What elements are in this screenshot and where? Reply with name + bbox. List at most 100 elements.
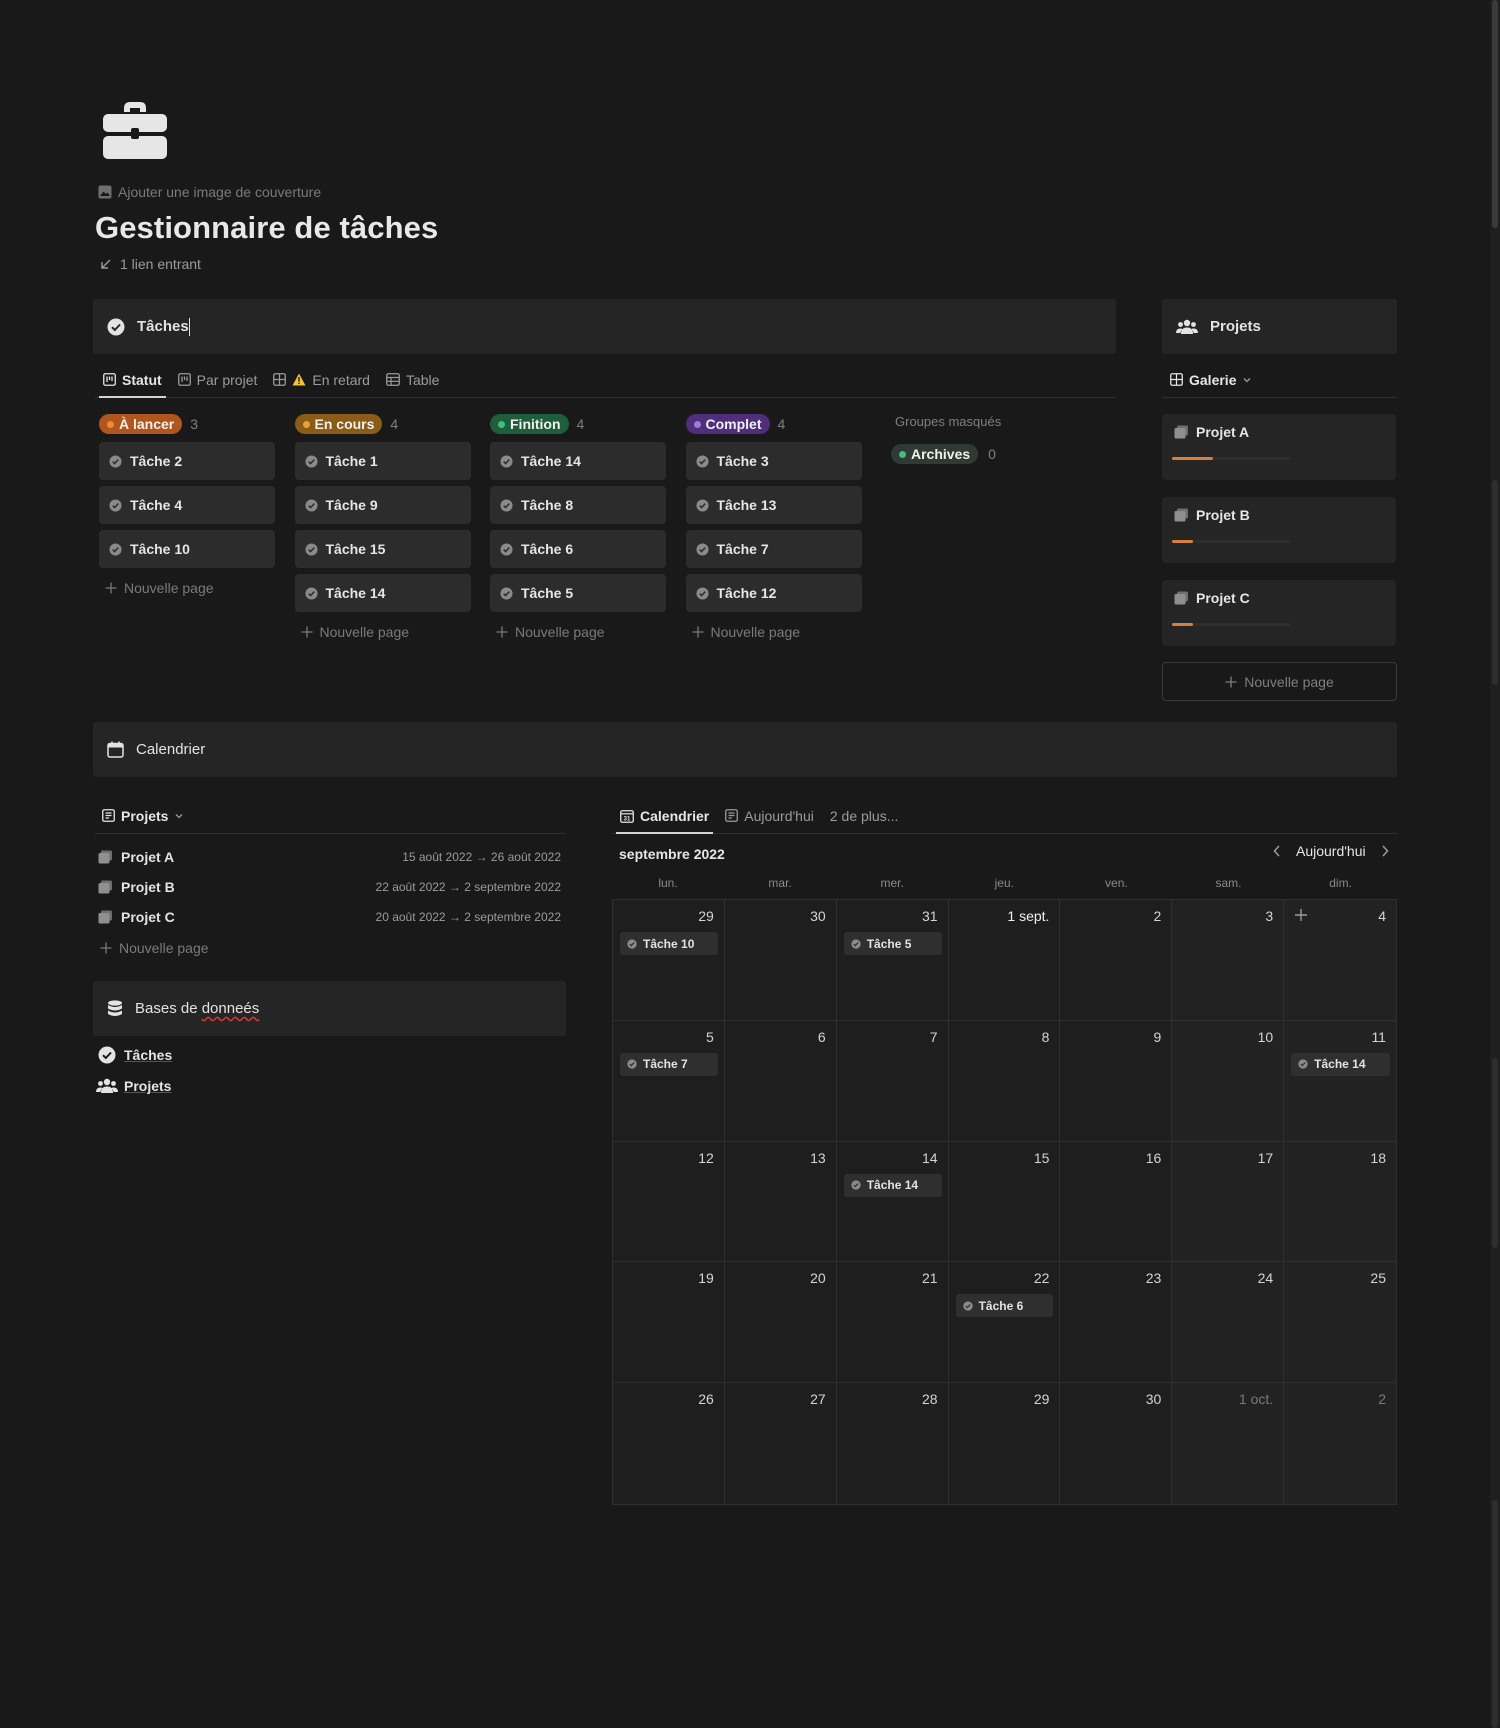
task-card[interactable]: Tâche 8 xyxy=(490,486,666,524)
hidden-group-archives[interactable]: Archives 0 xyxy=(891,444,996,464)
calendar-event[interactable]: Tâche 14 xyxy=(1291,1052,1390,1076)
column-header[interactable]: Complet 4 xyxy=(685,412,866,436)
calendar-event[interactable]: Tâche 7 xyxy=(620,1052,718,1076)
task-card[interactable]: Tâche 9 xyxy=(294,486,471,524)
calendar-day-cell[interactable]: 29 Tâche 10 xyxy=(613,900,725,1021)
calendar-day-cell[interactable]: 25 xyxy=(1284,1262,1396,1384)
calendar-day-cell[interactable]: 15 xyxy=(948,1141,1061,1263)
taches-db-title[interactable]: Tâches xyxy=(137,318,189,335)
task-card[interactable]: Tâche 13 xyxy=(685,486,862,524)
scrollbar-thumb[interactable] xyxy=(1492,0,1498,228)
calendar-day-cell[interactable]: 12 xyxy=(613,1141,725,1263)
chevron-left-icon[interactable] xyxy=(1272,844,1282,858)
task-card[interactable]: Tâche 12 xyxy=(685,574,862,612)
calendar-day-cell[interactable]: 20 xyxy=(724,1262,837,1384)
calendar-day-cell[interactable]: 11 Tâche 14 xyxy=(1284,1020,1396,1142)
task-card[interactable]: Tâche 7 xyxy=(685,530,862,568)
project-gallery-card[interactable]: Projet A xyxy=(1162,414,1396,480)
calendrier-section-title[interactable]: Calendrier xyxy=(136,741,205,758)
column-header[interactable]: En cours 4 xyxy=(294,412,475,436)
bases-title[interactable]: Bases de donneés xyxy=(135,1000,259,1017)
list-item[interactable]: Projet A 15 août 2022 → 26 août 2022 xyxy=(98,842,561,872)
calendar-day-cell[interactable]: 7 xyxy=(836,1020,949,1142)
calendar-day-cell[interactable]: 13 xyxy=(724,1141,837,1263)
kanban-new-page[interactable]: Nouvelle page xyxy=(99,572,279,604)
tab-table[interactable]: Table xyxy=(378,363,447,397)
task-card[interactable]: Tâche 3 xyxy=(685,442,862,480)
task-card[interactable]: Tâche 2 xyxy=(99,442,275,480)
briefcase-icon[interactable] xyxy=(100,98,170,162)
tab-calendrier[interactable]: 31 Calendrier xyxy=(612,799,717,834)
calendar-day-cell[interactable]: 27 xyxy=(724,1383,837,1504)
column-header[interactable]: Finition 4 xyxy=(490,412,670,436)
bases-section-header[interactable]: Bases de donneés xyxy=(93,981,566,1036)
calendar-day-cell[interactable]: 18 xyxy=(1284,1141,1396,1263)
calendar-day-cell[interactable]: 2 xyxy=(1060,900,1173,1021)
list-item[interactable]: Projet B 22 août 2022 → 2 septembre 2022 xyxy=(98,872,561,902)
calendar-day-cell[interactable]: 28 xyxy=(836,1383,949,1504)
calendar-day-cell[interactable]: 31 Tâche 5 xyxy=(836,900,949,1021)
tab-par-projet[interactable]: Par projet xyxy=(170,363,266,397)
task-card[interactable]: Tâche 14 xyxy=(490,442,666,480)
calendar-event[interactable]: Tâche 14 xyxy=(843,1173,942,1197)
kanban-new-page[interactable]: Nouvelle page xyxy=(295,616,475,648)
projets-db-title[interactable]: Projets xyxy=(1210,318,1261,335)
calendar-day-cell[interactable]: 1 sept. xyxy=(948,900,1061,1021)
calendar-day-cell[interactable]: 5 Tâche 7 xyxy=(613,1020,725,1142)
projets-db-header[interactable]: Projets xyxy=(1162,299,1397,354)
taches-db-header[interactable]: Tâches xyxy=(93,299,1116,354)
calendar-day-cell[interactable]: 1 oct. xyxy=(1172,1383,1285,1504)
calendar-day-cell[interactable]: 29 xyxy=(948,1383,1061,1504)
calendar-day-cell[interactable]: 22 Tâche 6 xyxy=(948,1262,1061,1384)
task-card[interactable]: Tâche 10 xyxy=(99,530,275,568)
gallery-new-page-button[interactable]: Nouvelle page xyxy=(1162,662,1397,701)
calendar-day-cell[interactable]: 14 Tâche 14 xyxy=(836,1141,949,1263)
calendar-day-cell[interactable]: 17 xyxy=(1172,1141,1285,1263)
db-link-taches[interactable]: Tâches xyxy=(98,1044,172,1066)
today-button[interactable]: Aujourd'hui xyxy=(1296,843,1366,859)
tab-aujourdhui[interactable]: Aujourd'hui xyxy=(717,799,822,833)
task-card[interactable]: Tâche 1 xyxy=(294,442,471,480)
calendar-day-cell[interactable]: 26 xyxy=(613,1383,725,1504)
project-gallery-card[interactable]: Projet B xyxy=(1162,497,1396,563)
backlinks-button[interactable]: 1 lien entrant xyxy=(100,256,201,272)
calendar-day-cell[interactable]: 23 xyxy=(1060,1262,1173,1384)
calendar-day-cell[interactable]: 10 xyxy=(1172,1020,1285,1142)
tab-more-views[interactable]: 2 de plus... xyxy=(822,799,907,833)
calendar-event[interactable]: Tâche 6 xyxy=(955,1294,1054,1318)
chevron-right-icon[interactable] xyxy=(1380,844,1390,858)
db-link-projets[interactable]: Projets xyxy=(96,1075,171,1097)
projets-list-view-select[interactable]: Projets xyxy=(95,798,565,834)
task-card[interactable]: Tâche 14 xyxy=(294,574,471,612)
task-card[interactable]: Tâche 15 xyxy=(294,530,471,568)
calendar-day-cell[interactable]: 8 xyxy=(948,1020,1061,1142)
calendar-day-cell[interactable]: 21 xyxy=(836,1262,949,1384)
task-card[interactable]: Tâche 4 xyxy=(99,486,275,524)
projets-list-new-page[interactable]: Nouvelle page xyxy=(94,932,209,964)
task-card[interactable]: Tâche 5 xyxy=(490,574,666,612)
calendar-day-cell[interactable]: 6 xyxy=(724,1020,837,1142)
page-title[interactable]: Gestionnaire de tâches xyxy=(95,210,438,246)
calendar-day-cell[interactable]: 4 xyxy=(1284,900,1396,1021)
add-event-plus-icon[interactable] xyxy=(1294,908,1308,922)
tab-en-retard[interactable]: En retard xyxy=(265,363,378,397)
task-card[interactable]: Tâche 6 xyxy=(490,530,666,568)
calendrier-section-header[interactable]: Calendrier xyxy=(93,722,1397,777)
calendar-day-cell[interactable]: 2 xyxy=(1284,1383,1396,1504)
project-gallery-card[interactable]: Projet C xyxy=(1162,580,1396,646)
list-item[interactable]: Projet C 20 août 2022 → 2 septembre 2022 xyxy=(98,902,561,932)
galerie-view-select[interactable]: Galerie xyxy=(1162,362,1397,398)
tab-statut[interactable]: Statut xyxy=(95,363,170,398)
calendar-event[interactable]: Tâche 5 xyxy=(843,932,942,955)
calendar-event[interactable]: Tâche 10 xyxy=(620,932,718,955)
kanban-new-page[interactable]: Nouvelle page xyxy=(490,616,670,648)
calendar-day-cell[interactable]: 19 xyxy=(613,1262,725,1384)
kanban-new-page[interactable]: Nouvelle page xyxy=(686,616,866,648)
calendar-day-cell[interactable]: 30 xyxy=(1060,1383,1173,1504)
calendar-day-cell[interactable]: 30 xyxy=(724,900,837,1021)
calendar-day-cell[interactable]: 24 xyxy=(1172,1262,1285,1384)
calendar-day-cell[interactable]: 3 xyxy=(1172,900,1285,1021)
column-header[interactable]: À lancer 3 xyxy=(99,412,279,436)
calendar-day-cell[interactable]: 9 xyxy=(1060,1020,1173,1142)
page-scrollbar[interactable] xyxy=(1490,0,1500,1728)
